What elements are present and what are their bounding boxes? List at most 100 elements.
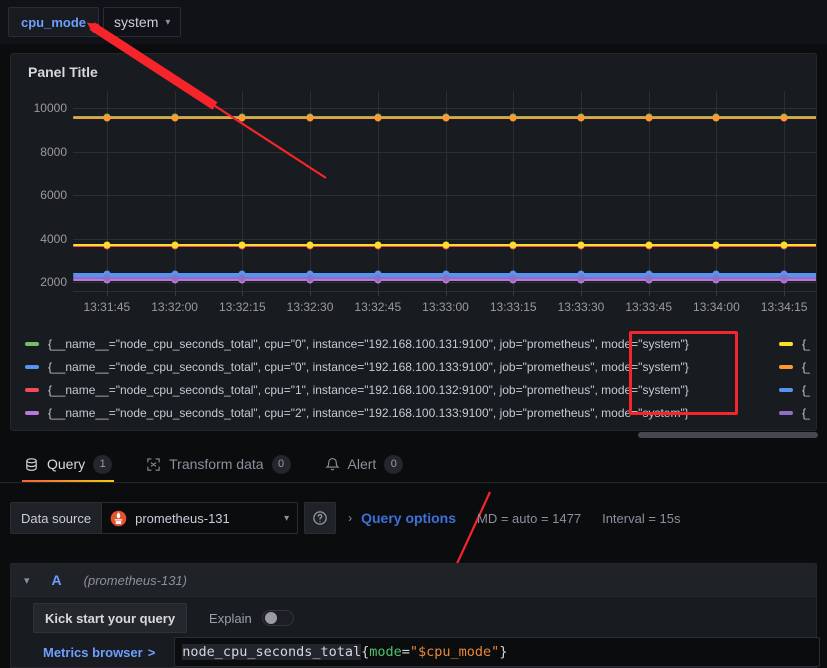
chevron-down-icon: ▾ bbox=[165, 16, 171, 28]
variable-value-label: system bbox=[114, 14, 159, 30]
x-axis-tick-label: 13:31:45 bbox=[83, 300, 131, 314]
x-axis-tick-label: 13:33:45 bbox=[625, 300, 673, 314]
x-axis-tick-label: 13:32:00 bbox=[151, 300, 198, 314]
query-expression-input[interactable]: node_cpu_seconds_total{mode="$cpu_mode"} bbox=[174, 637, 821, 667]
help-circle-icon bbox=[313, 511, 327, 525]
x-axis-tick-label: 13:32:45 bbox=[354, 300, 402, 314]
legend-color-swatch bbox=[779, 410, 793, 415]
kick-start-query-label: Kick start your query bbox=[45, 610, 176, 626]
legend-item[interactable]: {__name__="node_cpu_seconds_total", cpu=… bbox=[25, 332, 689, 355]
chart-data-point bbox=[442, 114, 449, 122]
variable-name-cpu-mode[interactable]: cpu_mode bbox=[8, 7, 100, 37]
legend-item-label: {__name__= bbox=[802, 359, 810, 374]
datasource-help-button[interactable] bbox=[304, 502, 337, 534]
tab-count-badge: 1 bbox=[93, 454, 113, 474]
x-axis-tick bbox=[445, 292, 447, 296]
tab-label: Transform data bbox=[169, 456, 264, 472]
x-axis-tick bbox=[174, 292, 176, 296]
chart-data-point bbox=[712, 274, 720, 282]
tab-query[interactable]: Query 1 bbox=[22, 446, 115, 482]
chart-data-point bbox=[238, 241, 246, 249]
chart-data-point bbox=[509, 114, 517, 122]
x-axis: 13:31:45 13:32:00 13:32:15 13:32:30 13:32:45… bbox=[73, 292, 816, 318]
explain-toggle[interactable] bbox=[261, 610, 294, 626]
datasource-label: Data source bbox=[10, 502, 102, 534]
legend-column-primary: {__name__="node_cpu_seconds_total", cpu=… bbox=[25, 332, 689, 422]
legend-item-label: {__name__="node_cpu_seconds_total", cpu=… bbox=[48, 336, 689, 351]
datasource-row: Data source prometheus-131 ▾ › Query opt… bbox=[0, 497, 827, 539]
kick-start-query-button[interactable]: Kick start your query bbox=[33, 603, 188, 633]
legend-color-swatch bbox=[779, 364, 793, 369]
chart-data-point bbox=[103, 114, 111, 122]
expr-value-token: "$cpu_mode" bbox=[409, 644, 500, 660]
prometheus-logo-icon bbox=[110, 510, 127, 526]
legend-item-label: {__name__= bbox=[802, 336, 810, 351]
active-tab-underline bbox=[22, 480, 115, 482]
metrics-browser-button[interactable]: Metrics browser > bbox=[33, 637, 165, 667]
query-row-header[interactable]: ▾ A (prometheus-131) bbox=[10, 563, 817, 597]
legend-item[interactable]: {__name__= bbox=[779, 401, 810, 422]
chevron-down-icon[interactable]: ▾ bbox=[24, 574, 30, 587]
tab-alert[interactable]: Alert 0 bbox=[323, 446, 406, 482]
chart-data-point bbox=[374, 274, 382, 282]
legend-item[interactable]: {__name__= bbox=[779, 378, 810, 401]
query-options-group[interactable]: › Query options MD = auto = 1477 Interva… bbox=[348, 510, 680, 526]
chart-data-point bbox=[780, 274, 788, 282]
x-axis-tick-label: 13:33:15 bbox=[489, 300, 537, 314]
chart-data-point bbox=[645, 241, 653, 249]
expr-label-token: mode bbox=[369, 644, 402, 660]
legend-item-label: {__name__="node_cpu_seconds_total", cpu=… bbox=[48, 359, 689, 374]
variable-name-label: cpu_mode bbox=[21, 14, 87, 30]
plot-area bbox=[73, 91, 816, 291]
x-axis-tick bbox=[648, 292, 650, 296]
tab-transform-data[interactable]: Transform data 0 bbox=[144, 446, 292, 482]
y-axis-tick-label: 2000 bbox=[40, 275, 67, 290]
y-axis-tick-label: 6000 bbox=[40, 188, 67, 203]
chart-data-point bbox=[712, 114, 720, 122]
expr-equals: = bbox=[401, 644, 410, 660]
chart-data-point bbox=[577, 241, 585, 249]
query-expression-row: Metrics browser > node_cpu_seconds_total… bbox=[33, 637, 821, 667]
chart-data-point bbox=[577, 114, 585, 122]
explain-toggle-group[interactable]: Explain bbox=[209, 610, 294, 626]
y-axis-tick-label: 4000 bbox=[40, 231, 67, 246]
chart-data-point bbox=[306, 241, 314, 249]
legend-color-swatch bbox=[25, 387, 39, 392]
x-axis-tick bbox=[242, 292, 244, 296]
database-icon bbox=[24, 457, 39, 472]
chart-data-point bbox=[103, 241, 111, 249]
chart-legend: {__name__="node_cpu_seconds_total", cpu=… bbox=[19, 332, 810, 422]
expr-close-brace: } bbox=[499, 644, 508, 660]
max-data-points-text: MD = auto = 1477 bbox=[477, 510, 582, 526]
query-expression-code: node_cpu_seconds_total{mode="$cpu_mode"} bbox=[182, 644, 507, 660]
toggle-knob bbox=[264, 612, 277, 624]
grafana-panel-editor: cpu_mode system ▾ Panel Title 2000 4000 60… bbox=[0, 0, 827, 668]
legend-item[interactable]: {__name__="node_cpu_seconds_total", cpu=… bbox=[25, 378, 689, 401]
y-axis-tick-label: 10000 bbox=[33, 101, 67, 116]
legend-item[interactable]: {__name__= bbox=[779, 332, 810, 355]
legend-item-label: {__name__="node_cpu_seconds_total", cpu=… bbox=[48, 382, 689, 397]
chevron-right-icon: › bbox=[348, 511, 353, 525]
x-axis-tick bbox=[310, 292, 312, 296]
chart-data-point bbox=[509, 241, 517, 249]
variable-bar: cpu_mode system ▾ bbox=[0, 0, 827, 44]
chevron-right-icon: > bbox=[147, 644, 156, 660]
tab-count-badge: 0 bbox=[271, 454, 291, 474]
legend-item[interactable]: {__name__= bbox=[779, 355, 810, 378]
chart-data-point bbox=[374, 114, 382, 122]
x-axis-tick bbox=[580, 292, 582, 296]
legend-item[interactable]: {__name__="node_cpu_seconds_total", cpu=… bbox=[25, 355, 689, 378]
time-series-chart: 2000 4000 6000 8000 10000 13:31:45 13:32:00 13… bbox=[11, 91, 816, 326]
variable-value-picker-cpu-mode[interactable]: system ▾ bbox=[103, 7, 182, 37]
legend-item[interactable]: {__name__="node_cpu_seconds_total", cpu=… bbox=[25, 401, 689, 422]
x-axis-tick bbox=[784, 292, 786, 296]
explain-label: Explain bbox=[209, 610, 252, 626]
chart-data-point bbox=[171, 241, 179, 249]
legend-horizontal-scrollbar[interactable] bbox=[638, 432, 818, 438]
legend-color-swatch bbox=[779, 341, 793, 346]
legend-color-swatch bbox=[25, 341, 39, 346]
x-axis-tick bbox=[106, 292, 108, 296]
query-ref-id: A bbox=[51, 572, 62, 588]
legend-item-label: {__name__= bbox=[802, 382, 810, 397]
datasource-picker[interactable]: prometheus-131 ▾ bbox=[101, 502, 299, 534]
